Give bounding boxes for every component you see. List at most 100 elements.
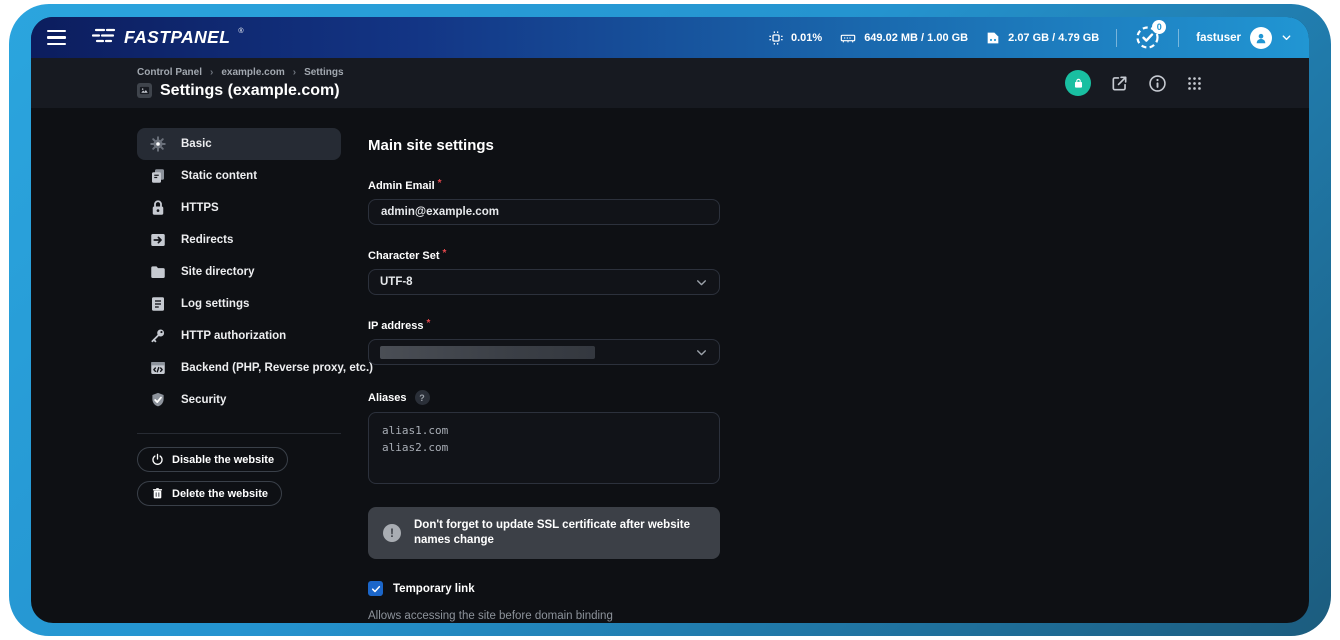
admin-email-group: Admin Email*: [368, 180, 720, 225]
sidebar-item-label: Basic: [181, 138, 212, 150]
required-mark: *: [438, 178, 442, 189]
sidebar-item-security[interactable]: Security: [137, 384, 341, 416]
window-frame: FASTPANEL ® 0.01% 649.02 MB / 1.00 GB: [9, 4, 1331, 636]
action-label: Delete the website: [172, 488, 268, 500]
username: fastuser: [1196, 32, 1241, 44]
sidebar-item-label: HTTP authorization: [181, 330, 286, 342]
breadcrumb-item-example-com[interactable]: example.com: [221, 67, 284, 78]
form-heading: Main site settings: [368, 137, 720, 154]
aliases-group: Aliases ? alias1.com alias2.com: [368, 390, 720, 489]
topbar-divider: [1116, 29, 1117, 47]
aliases-textarea[interactable]: alias1.com alias2.com: [368, 412, 720, 484]
logo-registered-mark: ®: [238, 28, 243, 35]
external-link-icon: [1110, 74, 1129, 93]
cpu-usage-value: 0.01%: [791, 32, 822, 44]
breadcrumb-separator: ›: [293, 67, 296, 78]
delete-the-website-button[interactable]: Delete the website: [137, 481, 282, 506]
sidebar-item-log-settings[interactable]: Log settings: [137, 288, 341, 320]
charset-selected-value: UTF-8: [380, 276, 413, 288]
sidebar-nav: Basic Static content HTTPS Redirects Site di…: [137, 128, 341, 416]
disable-the-website-button[interactable]: Disable the website: [137, 447, 288, 472]
charset-group: Character Set* UTF-8: [368, 250, 720, 295]
action-label: Disable the website: [172, 454, 274, 466]
sidebar-item-https[interactable]: HTTPS: [137, 192, 341, 224]
disk-icon: [985, 30, 1001, 46]
sidebar-item-label: Backend (PHP, Reverse proxy, etc.): [181, 362, 373, 374]
ssl-warning-text: Don't forget to update SSL certificate a…: [414, 518, 705, 548]
sidebar-item-label: Site directory: [181, 266, 255, 278]
ram-icon: [839, 30, 857, 46]
website-icon: [137, 83, 152, 98]
sidebar-item-label: Security: [181, 394, 226, 406]
temporary-link-help-text: Allows accessing the site before domain …: [368, 610, 720, 622]
sidebar-item-label: Log settings: [181, 298, 249, 310]
logo-text: FASTPANEL: [124, 27, 230, 48]
ram-usage-stat: 649.02 MB / 1.00 GB: [839, 30, 968, 46]
apps-grid-button[interactable]: [1186, 75, 1203, 92]
sidebar-item-site-directory[interactable]: Site directory: [137, 256, 341, 288]
chevron-down-icon: [695, 346, 708, 359]
bag-icon: [1072, 77, 1085, 90]
folder-icon: [149, 263, 167, 281]
help-icon[interactable]: ?: [415, 390, 430, 405]
info-icon: [1148, 74, 1167, 93]
temporary-link-checkbox-row[interactable]: Temporary link: [368, 581, 720, 596]
avatar: [1250, 27, 1272, 49]
sidebar-item-static-content[interactable]: Static content: [137, 160, 341, 192]
page-header: Control Panel›example.com›Settings Setti…: [31, 58, 1309, 108]
logo-lines-icon: [92, 27, 116, 44]
sidebar-item-basic[interactable]: Basic: [137, 128, 341, 160]
ip-address-select[interactable]: [368, 339, 720, 365]
key-icon: [149, 327, 167, 345]
shield-icon: [149, 391, 167, 409]
hamburger-menu-icon[interactable]: [45, 26, 68, 49]
disk-usage-value: 2.07 GB / 4.79 GB: [1008, 32, 1099, 44]
chevron-down-icon: [1281, 32, 1292, 43]
info-button[interactable]: [1148, 74, 1167, 93]
app-window: FASTPANEL ® 0.01% 649.02 MB / 1.00 GB: [31, 17, 1309, 623]
sidebar-actions: Disable the website Delete the website: [137, 447, 341, 515]
fastpanel-logo[interactable]: FASTPANEL ®: [92, 27, 244, 48]
log-icon: [149, 295, 167, 313]
admin-email-label: Admin Email*: [368, 180, 720, 192]
required-mark: *: [443, 248, 447, 259]
sidebar-divider: [137, 433, 341, 434]
charset-select[interactable]: UTF-8: [368, 269, 720, 295]
ssl-warning-banner: ! Don't forget to update SSL certificate…: [368, 507, 720, 559]
sidebar-item-http-authorization[interactable]: HTTP authorization: [137, 320, 341, 352]
cpu-usage-stat: 0.01%: [768, 30, 822, 46]
notifications-button[interactable]: 0: [1134, 24, 1161, 51]
open-site-button[interactable]: [1110, 74, 1129, 93]
marketplace-button[interactable]: [1065, 70, 1091, 96]
ram-usage-value: 649.02 MB / 1.00 GB: [864, 32, 968, 44]
temporary-link-label: Temporary link: [393, 583, 475, 595]
breadcrumb-item-control-panel[interactable]: Control Panel: [137, 67, 202, 78]
alert-icon: !: [383, 524, 401, 542]
disk-usage-stat: 2.07 GB / 4.79 GB: [985, 30, 1099, 46]
check-icon: [371, 584, 381, 594]
chevron-down-icon: [695, 276, 708, 289]
grid-icon: [1186, 75, 1203, 92]
gear-icon: [149, 135, 167, 153]
main-form: Main site settings Admin Email* Characte…: [368, 128, 720, 623]
sidebar-item-label: Redirects: [181, 234, 233, 246]
ip-redacted-value: [380, 346, 595, 359]
trash-icon: [151, 487, 164, 500]
admin-email-field[interactable]: [368, 199, 720, 225]
charset-label: Character Set*: [368, 250, 720, 262]
settings-sidebar: Basic Static content HTTPS Redirects Site di…: [137, 128, 341, 623]
sidebar-item-redirects[interactable]: Redirects: [137, 224, 341, 256]
sidebar-item-label: Static content: [181, 170, 257, 182]
power-icon: [151, 453, 164, 466]
page-title: Settings (example.com): [160, 82, 340, 100]
required-mark: *: [426, 318, 430, 329]
sidebar-item-backend-php-reverse-proxy-etc[interactable]: Backend (PHP, Reverse proxy, etc.): [137, 352, 341, 384]
user-menu[interactable]: fastuser: [1196, 27, 1292, 49]
code-icon: [149, 359, 167, 377]
aliases-label: Aliases ?: [368, 390, 720, 405]
breadcrumb: Control Panel›example.com›Settings: [137, 67, 344, 78]
sidebar-item-label: HTTPS: [181, 202, 219, 214]
topbar-divider: [1178, 29, 1179, 47]
cpu-icon: [768, 30, 784, 46]
temporary-link-checkbox[interactable]: [368, 581, 383, 596]
